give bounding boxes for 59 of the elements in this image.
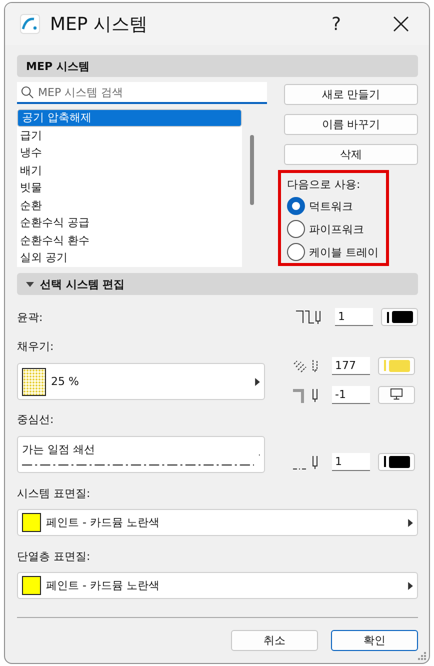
- field-label: 단열층 표면질:: [17, 549, 92, 564]
- list-item[interactable]: 빗물: [17, 179, 242, 196]
- search-field[interactable]: MEP 시스템 검색: [17, 82, 267, 104]
- fill-value: 25 %: [51, 375, 79, 388]
- field-label: 중심선:: [17, 412, 55, 427]
- list-item[interactable]: 배기: [17, 162, 242, 179]
- line-type-value: 가는 일점 쇄선: [22, 442, 96, 457]
- section-title: 선택 시스템 편집: [40, 276, 125, 292]
- action-button[interactable]: 삭제: [284, 144, 418, 165]
- fill-pattern-swatch: [22, 368, 46, 396]
- use-as-label: 다음으로 사용:: [287, 177, 362, 192]
- color-button[interactable]: [378, 356, 415, 374]
- pen-number-field[interactable]: 1: [335, 308, 373, 326]
- radio-label: 케이블 트레이: [309, 244, 378, 260]
- color-button[interactable]: [378, 452, 415, 470]
- window-title: MEP 시스템: [50, 13, 148, 36]
- list-item[interactable]: 냉수: [17, 144, 242, 162]
- search-icon: [21, 86, 34, 99]
- surface-selector[interactable]: 페인트 - 카드뮴 노란색: [17, 509, 418, 536]
- color-button[interactable]: [381, 308, 418, 326]
- pen-number-field[interactable]: 177: [332, 356, 370, 374]
- display-button[interactable]: [378, 386, 415, 404]
- background-pen-icon: [292, 386, 320, 402]
- scrollbar-thumb[interactable]: [250, 135, 254, 205]
- hatch-pen-icon: [292, 358, 320, 374]
- app-logo-icon: [20, 14, 40, 34]
- dash-dot-line-icon: [22, 463, 254, 467]
- radio-label: 파이프워크: [309, 222, 364, 236]
- pen-number-field[interactable]: 1: [332, 452, 370, 470]
- monitor-icon: [390, 388, 403, 401]
- cancel-button[interactable]: 취소: [231, 630, 318, 651]
- action-button[interactable]: 이름 바꾸기: [284, 114, 418, 135]
- radio-button[interactable]: [287, 243, 305, 261]
- surface-selector[interactable]: 페인트 - 카드뮴 노란색: [17, 572, 418, 599]
- expand-icon[interactable]: [26, 282, 34, 286]
- resize-grip-icon[interactable]: [418, 652, 426, 660]
- field-label: 채우기:: [17, 339, 55, 354]
- list-item[interactable]: 공기 압축해제: [17, 109, 242, 126]
- surface-value: 페인트 - 카드뮴 노란색: [46, 515, 160, 530]
- section-title: MEP 시스템: [26, 58, 90, 74]
- radio-button[interactable]: [287, 220, 305, 238]
- field-label: 윤곽:: [17, 310, 43, 324]
- radio-button[interactable]: [287, 197, 305, 215]
- list-item[interactable]: 순환: [17, 196, 242, 214]
- field-label: 시스템 표면질:: [17, 486, 92, 501]
- list-item[interactable]: 순환수식 환수: [17, 232, 242, 249]
- list-item[interactable]: 순환수식 공급: [17, 214, 242, 232]
- line-type-selector[interactable]: 가는 일점 쇄선: [17, 436, 265, 473]
- radio-label: 덕트워크: [309, 198, 353, 214]
- list-item[interactable]: 실외 공기: [17, 249, 242, 266]
- contour-pen-icon: [295, 309, 323, 325]
- surface-value: 페인트 - 카드뮴 노란색: [46, 578, 160, 593]
- action-button[interactable]: 새로 만들기: [284, 84, 418, 105]
- ok-button[interactable]: 확인: [331, 630, 418, 651]
- pen-number-field[interactable]: -1: [332, 386, 370, 404]
- list-item[interactable]: 급기: [17, 126, 242, 144]
- line-pen-icon: [292, 454, 320, 470]
- fill-selector[interactable]: 25 %: [17, 363, 265, 400]
- help-button[interactable]: ?: [327, 14, 345, 34]
